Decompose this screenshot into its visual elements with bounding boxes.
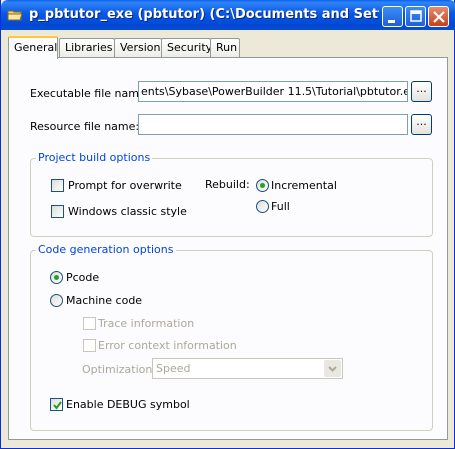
optimization-label: Optimization: [82, 363, 157, 376]
full-label: Full [271, 200, 290, 213]
properties-window: p_pbtutor_exe (pbtutor) (C:\Documents an… [0, 0, 455, 449]
close-button[interactable] [428, 6, 449, 27]
enable-debug-checkbox[interactable] [50, 398, 63, 411]
maximize-icon [410, 10, 422, 22]
title-bar[interactable]: p_pbtutor_exe (pbtutor) (C:\Documents an… [1, 0, 455, 30]
tab-security[interactable]: Security [161, 38, 212, 58]
maximize-button[interactable] [405, 6, 426, 27]
windows-classic-checkbox[interactable] [51, 205, 64, 218]
pcode-radio[interactable] [50, 271, 63, 284]
pcode-label: Pcode [66, 271, 100, 284]
radio-selected-dot [54, 275, 59, 280]
full-radio[interactable] [256, 200, 269, 213]
minimize-icon [388, 20, 395, 23]
prompt-overwrite-checkbox[interactable] [51, 179, 64, 192]
trace-info-checkbox[interactable] [83, 317, 96, 330]
general-panel: Executable file name: ents\Sybase\PowerB… [8, 57, 448, 440]
close-icon [433, 11, 445, 23]
incremental-radio[interactable] [256, 179, 269, 192]
executable-browse-button[interactable]: ... [411, 81, 432, 102]
tab-version[interactable]: Version [114, 38, 162, 58]
project-build-group: Project build options Prompt for overwri… [30, 151, 433, 237]
machine-code-radio[interactable] [50, 294, 63, 307]
error-context-checkbox[interactable] [83, 339, 96, 352]
trace-info-label: Trace information [98, 317, 195, 330]
error-context-label: Error context information [98, 339, 237, 352]
minimize-button[interactable] [382, 6, 403, 27]
window-title: p_pbtutor_exe (pbtutor) (C:\Documents an… [29, 7, 379, 22]
optimization-select[interactable]: Speed [152, 358, 343, 379]
tab-run[interactable]: Run [210, 38, 240, 58]
executable-label: Executable file name: [30, 87, 150, 100]
tab-strip: General Libraries Version Security Run [8, 36, 448, 59]
executable-file-input[interactable]: ents\Sybase\PowerBuilder 11.5\Tutorial\p… [138, 81, 408, 102]
windows-classic-label: Windows classic style [68, 205, 187, 218]
prompt-overwrite-label: Prompt for overwrite [68, 179, 182, 192]
radio-selected-dot [260, 183, 265, 188]
resource-browse-button[interactable]: ... [411, 114, 432, 135]
tab-libraries[interactable]: Libraries [59, 38, 115, 58]
resource-label: Resource file name: [30, 120, 140, 133]
checkmark-icon [53, 401, 62, 410]
tab-general[interactable]: General [8, 36, 58, 59]
code-generation-group: Code generation options Pcode Machine co… [30, 243, 433, 431]
code-generation-title: Code generation options [36, 243, 176, 257]
project-build-title: Project build options [36, 151, 153, 165]
enable-debug-label: Enable DEBUG symbol [66, 398, 190, 411]
rebuild-label: Rebuild: [205, 178, 250, 191]
machine-code-label: Machine code [66, 294, 143, 307]
resource-file-input[interactable] [138, 114, 408, 135]
app-icon [7, 7, 23, 23]
chevron-down-icon [324, 360, 341, 377]
optimization-value: Speed [156, 362, 191, 375]
incremental-label: Incremental [271, 179, 337, 192]
